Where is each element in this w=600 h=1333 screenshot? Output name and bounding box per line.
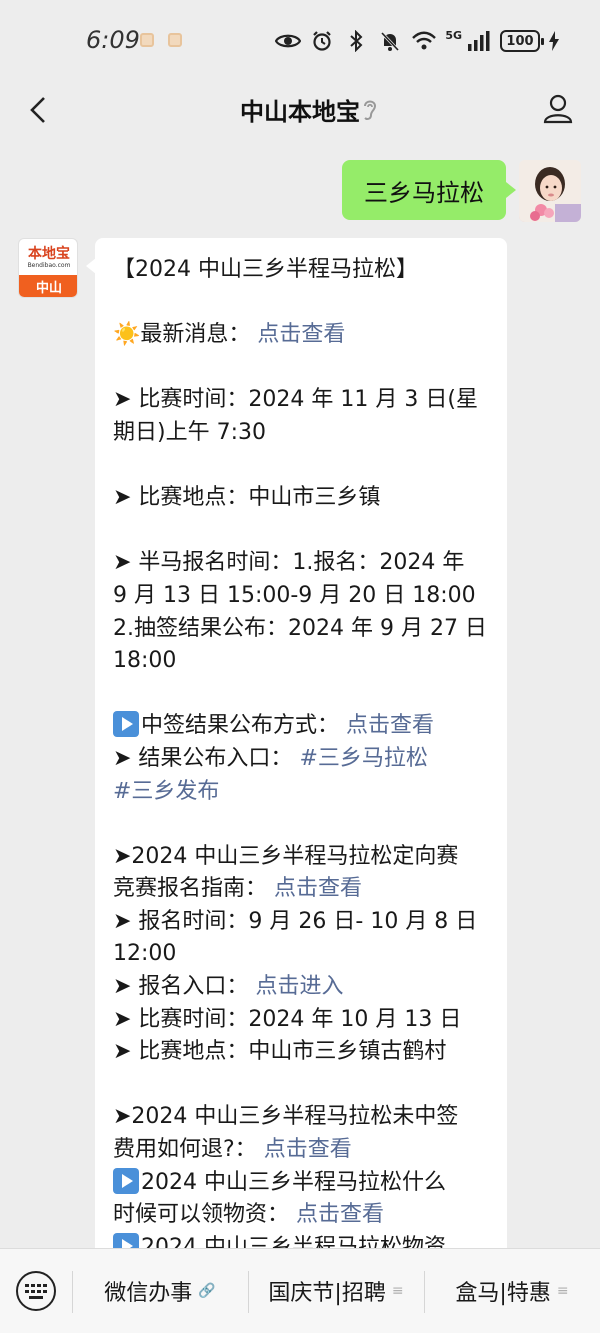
signal-icon <box>466 28 492 54</box>
status-icons: 5G 100 <box>275 26 560 56</box>
message-line: ➤ 半马报名时间：1.报名：2024 年 <box>113 550 465 576</box>
menu-item-label: 国庆节|招聘 <box>268 1281 386 1306</box>
link-latest-news[interactable]: 点击查看 <box>257 322 345 347</box>
person-icon <box>543 94 573 124</box>
message-line: ➤ 比赛时间：2024 年 10 月 13 日 <box>113 1006 462 1032</box>
hashtag-link[interactable]: #三乡马拉松 <box>299 746 427 771</box>
avatar-image <box>519 160 581 222</box>
link-registration-entry[interactable]: 点击进入 <box>255 974 343 999</box>
message-line: ➤ 比赛时间：2024 年 11 月 3 日(星 <box>113 387 478 413</box>
message-line: 2.抽签结果公布：2024 年 9 月 27 日 <box>113 615 487 641</box>
link-pickup-time[interactable]: 点击查看 <box>296 1202 384 1227</box>
message-line: ➤ 报名入口： 点击进入 <box>113 974 344 1000</box>
keyboard-icon <box>25 1284 47 1299</box>
menu-item-hema[interactable]: 盒马|特惠 ≡ <box>426 1265 598 1317</box>
keyboard-button[interactable] <box>16 1271 56 1311</box>
submenu-icon: ≡ <box>556 1283 569 1299</box>
submenu-icon: ≡ <box>391 1283 404 1299</box>
logo-city: 中山 <box>19 275 77 297</box>
chat-title: 中山本地宝 <box>240 98 360 126</box>
message-line: 2024 中山三乡半程马拉松什么 <box>113 1167 491 1200</box>
chat-header: 中山本地宝 <box>0 80 600 142</box>
logo-subtext: Bendibao.com <box>27 261 71 269</box>
message-line: 12:00 <box>113 941 177 967</box>
eye-icon <box>275 28 302 54</box>
battery-indicator: 100 <box>500 30 544 52</box>
bottom-menu-bar: 微信办事 🔗 国庆节|招聘 ≡ 盒马|特惠 ≡ <box>0 1248 600 1333</box>
message-line: 中签结果公布方式： 点击查看 <box>113 710 491 743</box>
menu-divider <box>248 1271 249 1313</box>
message-line: 18:00 <box>113 648 177 674</box>
play-icon <box>113 711 139 738</box>
link-registration-guide[interactable]: 点击查看 <box>274 876 362 901</box>
message-line: 竞赛报名指南： 点击查看 <box>113 876 363 902</box>
message-line: 9 月 13 日 15:00-9 月 20 日 18:00 <box>113 582 476 608</box>
menu-divider <box>424 1271 425 1313</box>
message-line: 时候可以领物资： 点击查看 <box>113 1202 385 1228</box>
menu-item-label: 微信办事 <box>104 1281 193 1306</box>
alarm-icon <box>309 28 335 54</box>
status-time: 6:09 <box>86 26 140 54</box>
message-heading: 【2024 中山三乡半程马拉松】 <box>113 257 418 282</box>
message-line: ➤ 比赛地点：中山市三乡镇 <box>113 485 381 511</box>
sun-icon: ☀️ <box>113 322 141 348</box>
notification-icon <box>168 33 182 47</box>
message-line: ➤ 结果公布入口： #三乡马拉松 <box>113 745 428 771</box>
menu-item-wechat-services[interactable]: 微信办事 🔗 <box>74 1265 246 1317</box>
bot-message-bubble[interactable]: 【2024 中山三乡半程马拉松】 ☀️最新消息： 点击查看 ➤ 比赛时间：202… <box>95 238 507 1278</box>
message-line: #三乡发布 <box>113 776 491 809</box>
play-icon <box>113 1167 139 1194</box>
message-line: 期日)上午 7:30 <box>113 419 266 445</box>
logo-text: 本地宝 <box>28 245 70 262</box>
menu-divider <box>72 1271 73 1313</box>
link-result-method[interactable]: 点击查看 <box>346 713 434 738</box>
notification-icon <box>140 33 154 47</box>
bot-avatar[interactable]: 本地宝 Bendibao.com 中山 <box>18 238 78 298</box>
hashtag-link[interactable]: #三乡发布 <box>113 779 219 804</box>
charging-icon <box>548 28 560 54</box>
profile-button[interactable] <box>538 88 578 128</box>
bluetooth-icon <box>343 28 369 54</box>
message-line: ➤2024 中山三乡半程马拉松定向赛 <box>113 843 459 869</box>
user-message-bubble[interactable]: 三乡马拉松 <box>342 160 516 220</box>
wifi-icon <box>411 28 437 54</box>
menu-item-national-day[interactable]: 国庆节|招聘 ≡ <box>250 1265 422 1317</box>
bendibao-logo: 本地宝 Bendibao.com <box>19 239 77 277</box>
message-line: ➤ 比赛地点：中山市三乡镇古鹤村 <box>113 1039 447 1065</box>
message-line: 费用如何退?： 点击查看 <box>113 1137 352 1163</box>
mute-bell-icon <box>377 28 403 54</box>
network-label: 5G <box>445 28 462 42</box>
link-refund[interactable]: 点击查看 <box>264 1137 352 1162</box>
menu-item-label: 盒马|特惠 <box>455 1281 551 1306</box>
message-line: ➤ 报名时间：9 月 26 日- 10 月 8 日 <box>113 908 478 934</box>
link-icon: 🔗 <box>198 1283 216 1299</box>
message-line: ➤2024 中山三乡半程马拉松未中签 <box>113 1104 459 1130</box>
status-bar: 6:09 5G 100 <box>0 0 600 80</box>
message-line: ☀️最新消息： 点击查看 <box>113 322 346 348</box>
user-avatar[interactable] <box>519 160 581 222</box>
ear-icon <box>364 100 377 120</box>
